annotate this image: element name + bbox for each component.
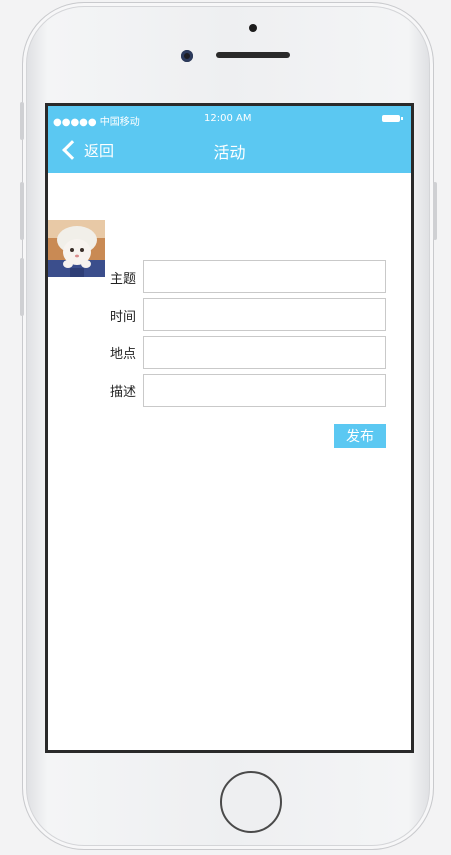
status-time: 12:00 AM bbox=[204, 113, 252, 124]
mute-switch bbox=[20, 102, 24, 140]
home-button[interactable] bbox=[220, 771, 282, 833]
publish-button[interactable]: 发布 bbox=[334, 424, 386, 448]
volume-up-button bbox=[20, 182, 24, 240]
subject-input[interactable] bbox=[143, 260, 386, 293]
page-title: 活动 bbox=[213, 143, 246, 162]
time-input[interactable] bbox=[143, 298, 386, 331]
subject-label: 主题 bbox=[109, 272, 136, 287]
front-sensor bbox=[249, 24, 257, 32]
earpiece-speaker bbox=[216, 52, 290, 58]
time-label: 时间 bbox=[109, 310, 136, 325]
front-camera bbox=[181, 50, 193, 62]
carrier-label: ●●●●● 中国移动 bbox=[53, 117, 140, 128]
volume-down-button bbox=[20, 258, 24, 316]
battery-icon bbox=[382, 115, 403, 122]
power-button bbox=[433, 182, 437, 240]
description-input[interactable] bbox=[143, 374, 386, 407]
description-label: 描述 bbox=[109, 385, 136, 400]
location-input[interactable] bbox=[143, 336, 386, 369]
app-screen: ●●●●● 中国移动 12:00 AM 返回 活动 主题 时间 地点 描述 发布 bbox=[45, 103, 414, 753]
location-label: 地点 bbox=[109, 347, 136, 362]
nav-header: ●●●●● 中国移动 12:00 AM 返回 活动 bbox=[48, 106, 411, 173]
